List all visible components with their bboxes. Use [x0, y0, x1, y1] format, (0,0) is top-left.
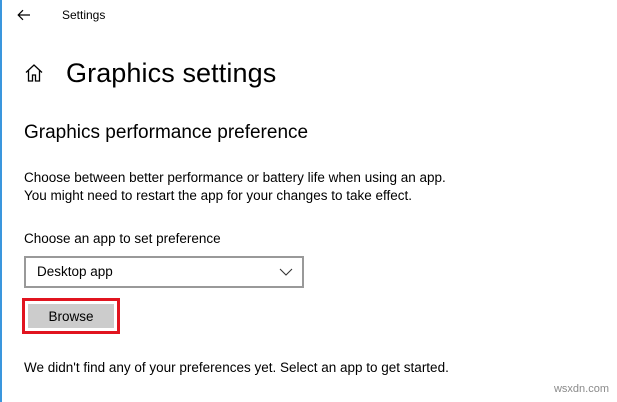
- page-header: Graphics settings: [22, 54, 276, 92]
- window-left-edge: [0, 0, 2, 402]
- watermark: wsxdn.com: [553, 383, 609, 395]
- browse-button[interactable]: Browse: [28, 304, 114, 328]
- description-line-2: You might need to restart the app for yo…: [24, 188, 412, 203]
- chevron-down-icon: [279, 268, 293, 276]
- section-title: Graphics performance preference: [24, 122, 309, 143]
- description-line-1: Choose between better performance or bat…: [24, 170, 446, 185]
- status-message: We didn't find any of your preferences y…: [24, 360, 449, 375]
- window-title: Settings: [62, 8, 106, 22]
- home-button[interactable]: [22, 61, 46, 85]
- title-bar: Settings: [0, 0, 617, 32]
- app-type-selected-value: Desktop app: [37, 264, 113, 279]
- app-picker-label: Choose an app to set preference: [24, 231, 221, 246]
- back-button[interactable]: [10, 2, 38, 28]
- browse-highlight-box: Browse: [22, 298, 120, 334]
- app-type-dropdown[interactable]: Desktop app: [24, 256, 304, 288]
- home-icon: [25, 64, 43, 82]
- page-title: Graphics settings: [66, 57, 277, 88]
- back-arrow-icon: [17, 9, 30, 21]
- section-description: Choose between better performance or bat…: [24, 169, 446, 205]
